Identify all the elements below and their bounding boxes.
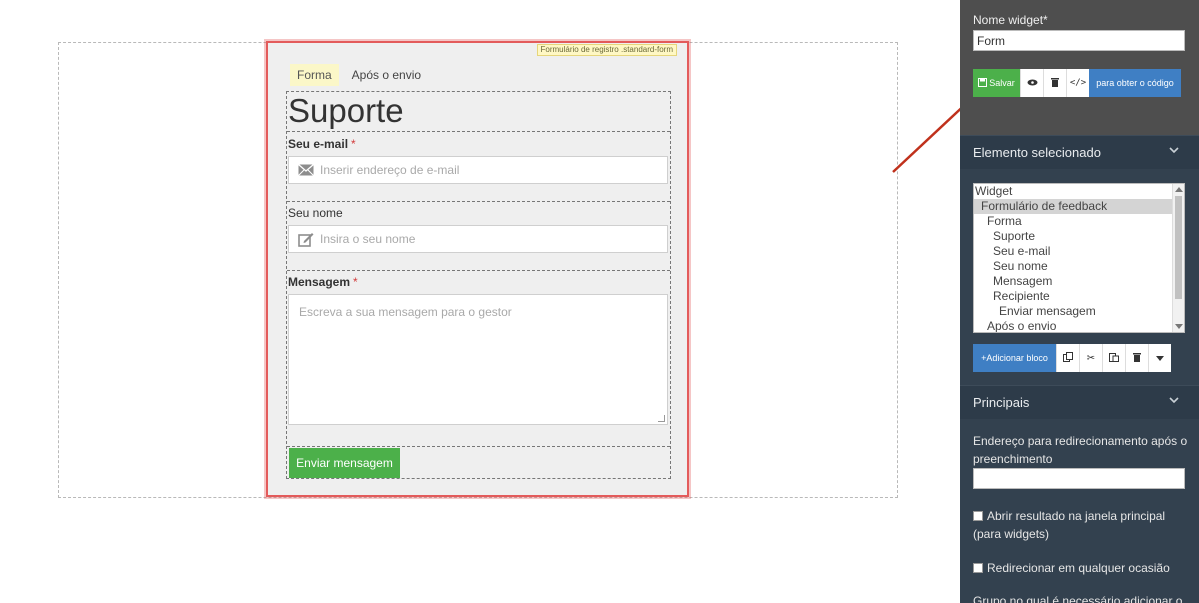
frame-tag: Formulário de registro .standard-form: [536, 44, 677, 56]
widget-settings-header: Nome widget* Form Salvar </> para obter …: [960, 0, 1199, 135]
cut-button[interactable]: ✂: [1079, 344, 1102, 372]
email-label: Seu e-mail *: [287, 137, 670, 151]
tree-item[interactable]: Mensagem: [974, 274, 1184, 289]
form-tabs: Forma Após o envio: [290, 64, 428, 86]
scroll-up-icon[interactable]: [1175, 187, 1183, 192]
message-textarea[interactable]: Escreva a sua mensagem para o gestor: [288, 294, 668, 425]
paste-icon: [1109, 352, 1119, 365]
tree-item[interactable]: Recipiente: [974, 289, 1184, 304]
message-label: Mensagem *: [287, 275, 670, 289]
delete-widget-button[interactable]: [1043, 69, 1066, 97]
trash-icon: [1051, 77, 1059, 90]
name-placeholder: Insira o seu nome: [320, 232, 416, 246]
principais-title: Principais: [973, 395, 1030, 410]
pencil-icon: [297, 232, 315, 247]
principais-header[interactable]: Principais: [960, 385, 1199, 419]
tree-scrollbar[interactable]: [1172, 184, 1184, 332]
block-toolbar: +Adicionar bloco ✂: [973, 344, 1171, 372]
code-button[interactable]: </>: [1066, 69, 1089, 97]
message-placeholder: Escreva a sua mensagem para o gestor: [299, 305, 512, 319]
message-label-text: Mensagem: [288, 275, 351, 289]
name-block[interactable]: Seu nome Insira o seu nome: [287, 202, 670, 271]
tab-forma[interactable]: Forma: [290, 64, 339, 86]
widget-toolbar: Salvar </> para obter o código: [973, 69, 1181, 97]
scroll-down-icon[interactable]: [1175, 324, 1183, 329]
form-heading[interactable]: Suporte: [287, 92, 670, 132]
send-message-button[interactable]: Enviar mensagem: [289, 448, 400, 478]
tree-item[interactable]: Enviar mensagem: [974, 304, 1184, 319]
redirect-label: Endereço para redirecionamento após o pr…: [973, 434, 1188, 466]
copy-button[interactable]: [1056, 344, 1079, 372]
redirect-any-option[interactable]: Redirecionar em qualquer ocasião: [973, 559, 1188, 577]
get-code-button[interactable]: para obter o código: [1089, 69, 1181, 97]
paste-button[interactable]: [1102, 344, 1125, 372]
widget-name-input[interactable]: Form: [973, 30, 1185, 51]
tree-item-selected[interactable]: Formulário de feedback: [974, 199, 1184, 214]
name-input[interactable]: Insira o seu nome: [288, 225, 668, 253]
email-label-text: Seu e-mail: [288, 137, 349, 151]
eye-icon: [1027, 78, 1038, 89]
copy-icon: [1063, 351, 1073, 365]
scissors-icon: ✂: [1086, 352, 1096, 364]
editor-canvas: Formulário de registro .standard-form Fo…: [0, 0, 978, 603]
trash-icon: [1133, 352, 1141, 365]
open-main-window-label: Abrir resultado na janela principal (par…: [973, 509, 1166, 541]
redirect-any-checkbox[interactable]: [973, 563, 983, 573]
widget-name-label: Nome widget*: [973, 13, 1048, 27]
envelope-icon: [297, 163, 315, 177]
selected-element-header[interactable]: Elemento selecionado: [960, 135, 1199, 169]
required-mark: *: [351, 137, 356, 151]
selected-element-title: Elemento selecionado: [973, 145, 1101, 160]
resize-handle[interactable]: [658, 415, 665, 422]
code-icon: </>: [1069, 78, 1087, 88]
redirect-url-input[interactable]: [973, 468, 1185, 489]
element-tree[interactable]: Widget Formulário de feedback Forma Supo…: [973, 183, 1185, 333]
scroll-thumb[interactable]: [1175, 196, 1182, 299]
tree-item[interactable]: Seu e-mail: [974, 244, 1184, 259]
email-placeholder: Inserir endereço de e-mail: [320, 163, 460, 177]
caret-down-icon: [1156, 353, 1164, 364]
chevron-down-icon: [1169, 147, 1179, 154]
tree-item[interactable]: Widget: [974, 184, 1184, 199]
open-main-window-option[interactable]: Abrir resultado na janela principal (par…: [973, 507, 1188, 543]
chevron-down-icon: [1169, 397, 1179, 404]
delete-block-button[interactable]: [1125, 344, 1148, 372]
save-button[interactable]: Salvar: [973, 69, 1020, 97]
redirect-any-label: Redirecionar em qualquer ocasião: [987, 561, 1170, 575]
tab-apos-envio[interactable]: Após o envio: [345, 64, 428, 86]
save-icon: [978, 77, 988, 89]
group-label: Grupo no qual é necessário adicionar o: [973, 594, 1183, 603]
save-label: Salvar: [989, 78, 1015, 88]
settings-panel: Nome widget* Form Salvar </> para obter …: [960, 0, 1199, 603]
form-body: Suporte Seu e-mail * Inserir endereço de …: [286, 91, 671, 479]
tree-item[interactable]: Suporte: [974, 229, 1184, 244]
preview-button[interactable]: [1020, 69, 1043, 97]
email-input[interactable]: Inserir endereço de e-mail: [288, 156, 668, 184]
open-main-window-checkbox[interactable]: [973, 511, 983, 521]
form-widget-frame[interactable]: Formulário de registro .standard-form Fo…: [266, 41, 689, 497]
name-label: Seu nome: [288, 206, 343, 220]
tree-item[interactable]: Forma: [974, 214, 1184, 229]
tree-item[interactable]: Após o envio: [974, 319, 1184, 332]
add-block-button[interactable]: +Adicionar bloco: [973, 344, 1056, 372]
more-actions-button[interactable]: [1148, 344, 1171, 372]
required-mark: *: [353, 275, 358, 289]
message-block[interactable]: Mensagem * Escreva a sua mensagem para o …: [287, 271, 670, 447]
email-block[interactable]: Seu e-mail * Inserir endereço de e-mail: [287, 133, 670, 202]
tree-item[interactable]: Seu nome: [974, 259, 1184, 274]
